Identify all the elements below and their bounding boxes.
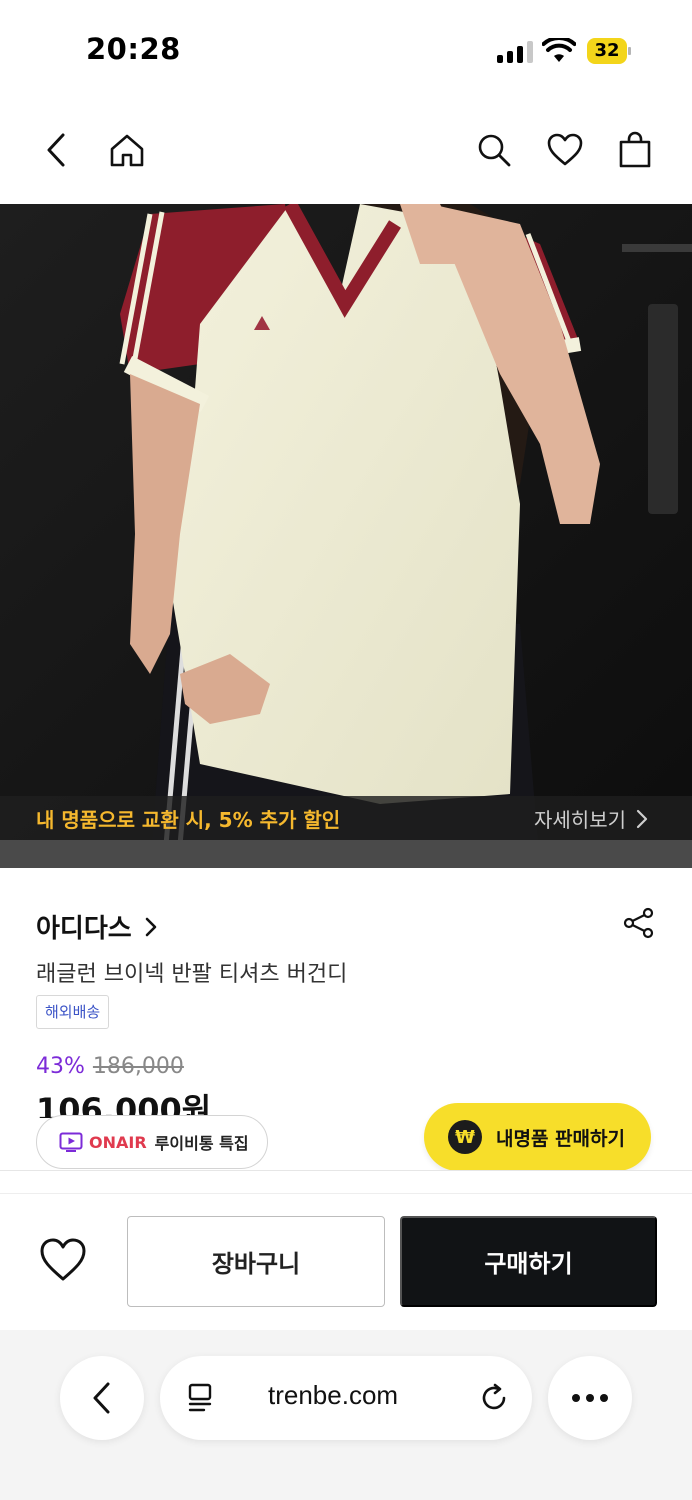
shipping-badge: 해외배송 [36, 995, 110, 1029]
heart-icon [547, 133, 583, 166]
url-text: trenbe.com [268, 1380, 399, 1410]
product-name: 래글런 브이넥 반팔 티셔츠 버건디 [36, 962, 348, 987]
address-bar[interactable]: trenbe.com [160, 1356, 532, 1440]
onair-label: ONAIR [89, 1132, 147, 1152]
chevron-right-icon [636, 809, 648, 829]
sell-label: 내명품 판매하기 [496, 1127, 625, 1150]
sell-luxury-button[interactable]: ₩ 내명품 판매하기 [424, 1103, 651, 1171]
shopping-bag-icon [619, 131, 651, 168]
top-nav [0, 100, 692, 204]
image-footer [0, 840, 692, 868]
final-price: 106,000원 [36, 1091, 212, 1118]
back-icon [93, 1382, 110, 1414]
status-bar: 20:28 32 [0, 0, 692, 100]
share-icon[interactable] [622, 906, 656, 940]
browser-toolbar: trenbe.com [0, 1330, 692, 1500]
won-coin-icon: ₩ [448, 1120, 482, 1154]
home-button[interactable] [103, 126, 151, 174]
buy-now-button[interactable]: 구매하기 [400, 1216, 657, 1307]
wishlist-button[interactable] [541, 126, 589, 174]
heart-icon[interactable] [38, 1237, 88, 1283]
product-photo [0, 204, 692, 868]
browser-back-button[interactable] [60, 1356, 144, 1440]
reload-icon[interactable] [478, 1382, 510, 1414]
price-row: 43% 186,000 [36, 1054, 184, 1079]
search-icon [478, 134, 511, 167]
brand-name: 아디다스 [36, 914, 132, 944]
product-image[interactable]: 내 명품으로 교환 시, 5% 추가 할인 자세히보기 [0, 204, 692, 868]
browser-more-button[interactable] [548, 1356, 632, 1440]
status-time: 20:28 [86, 32, 181, 66]
home-icon [110, 134, 144, 167]
promo-text: 내 명품으로 교환 시, 5% 추가 할인 [36, 808, 341, 832]
original-price: 186,000 [92, 1054, 184, 1079]
cart-nav-button[interactable] [611, 126, 659, 174]
promo-detail-link[interactable]: 자세히보기 [534, 804, 626, 833]
back-button[interactable] [33, 126, 81, 174]
back-icon [47, 133, 65, 167]
battery-level: 32 [594, 40, 620, 61]
play-tv-icon [59, 1132, 83, 1152]
brand-link[interactable]: 아디다스 [36, 908, 158, 945]
more-icon [572, 1394, 608, 1402]
discount-rate: 43% [36, 1054, 85, 1079]
battery-icon: 32 [587, 38, 631, 64]
promo-banner[interactable]: 내 명품으로 교환 시, 5% 추가 할인 자세히보기 [0, 796, 692, 840]
page-menu-icon [188, 1383, 212, 1412]
onair-title: 루이비통 특집 [154, 1134, 249, 1153]
cellular-signal-icon [497, 41, 533, 63]
chevron-right-icon [145, 917, 156, 936]
onair-button[interactable]: ONAIR 루이비통 특집 [36, 1115, 268, 1169]
add-to-cart-button[interactable]: 장바구니 [127, 1216, 385, 1307]
wifi-icon [542, 38, 576, 62]
search-button[interactable] [470, 126, 518, 174]
purchase-bar: 장바구니 구매하기 [0, 1170, 692, 1330]
